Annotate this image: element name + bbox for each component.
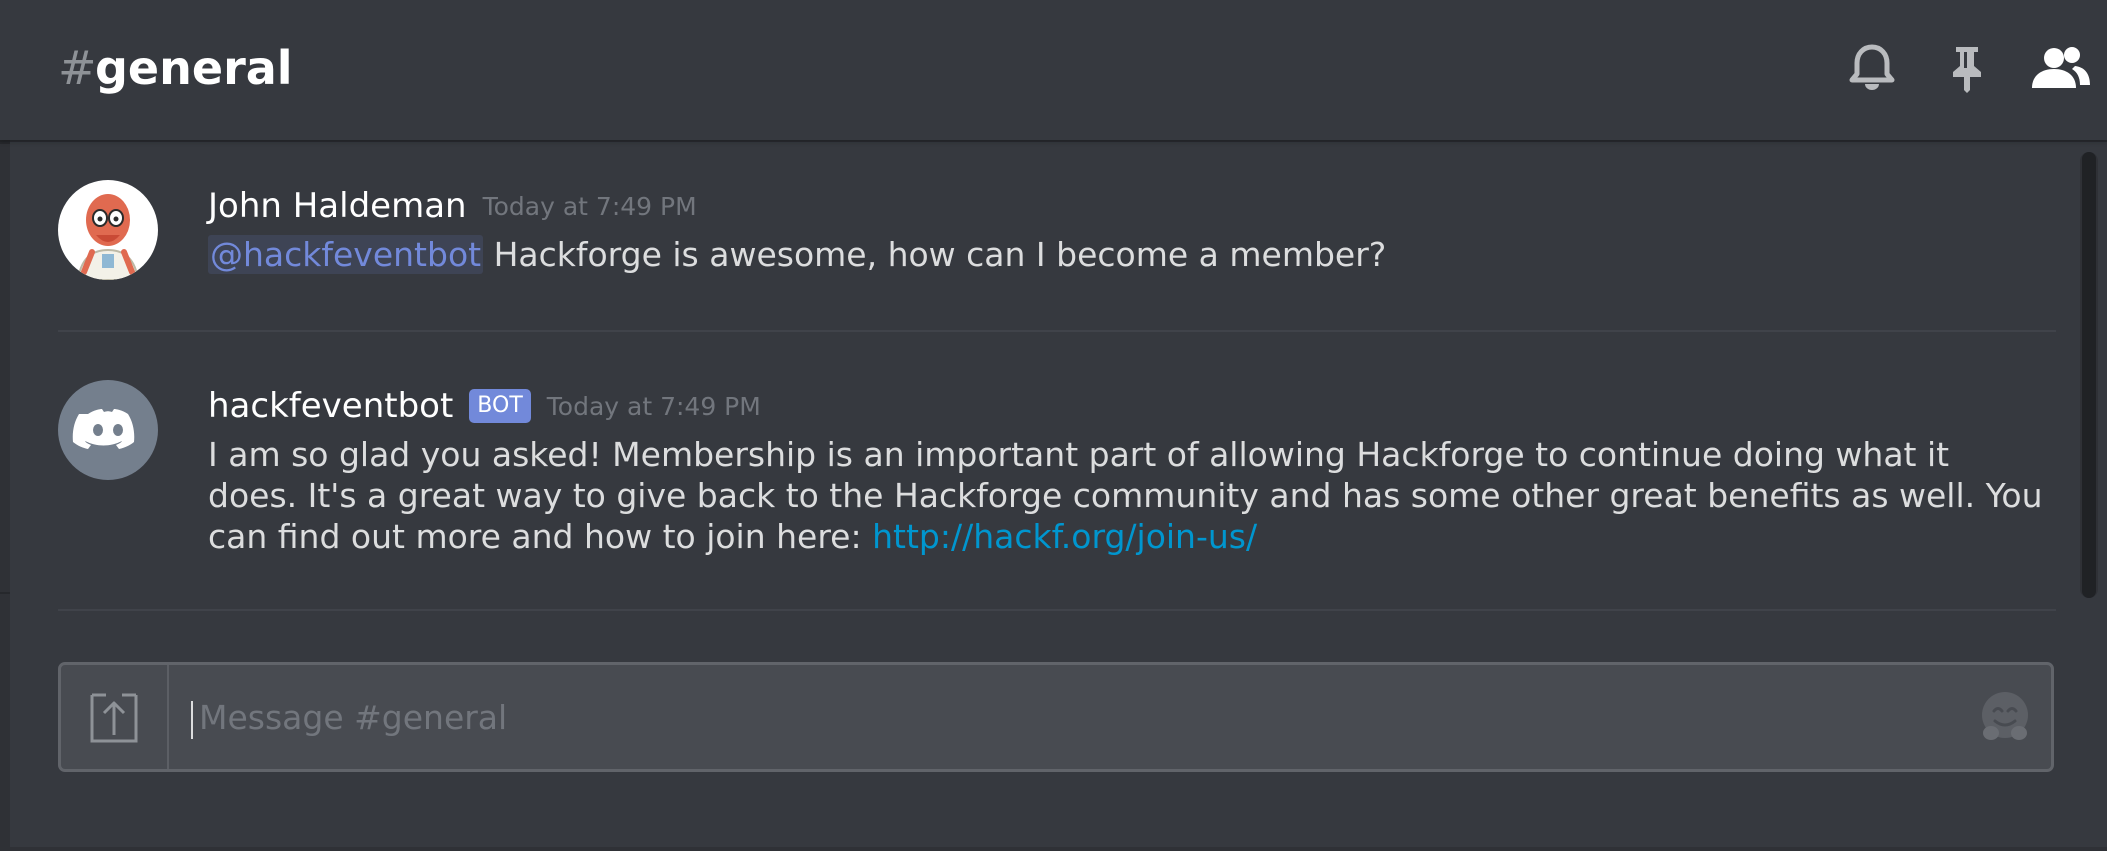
user-mention[interactable]: @hackfeventbot — [208, 235, 484, 274]
message-item: John Haldeman Today at 7:49 PM @hackfeve… — [58, 178, 2056, 330]
message-divider — [58, 330, 2056, 332]
scrollbar-thumb[interactable] — [2082, 152, 2096, 598]
message-divider — [58, 609, 2056, 611]
message-text: Hackforge is awesome, how can I become a… — [483, 235, 1387, 274]
message-timestamp: Today at 7:49 PM — [482, 191, 697, 221]
bot-badge: BOT — [469, 389, 531, 423]
message-content: I am so glad you asked! Membership is an… — [208, 434, 2048, 557]
bell-icon[interactable] — [1846, 42, 1898, 94]
message-item: hackfeventbot BOT Today at 7:49 PM I am … — [58, 378, 2056, 610]
pin-icon[interactable] — [1941, 42, 1993, 94]
message-timestamp: Today at 7:49 PM — [546, 391, 761, 421]
channel-header: # general — [0, 0, 2107, 140]
username[interactable]: hackfeventbot — [208, 386, 453, 426]
channel-hash-symbol: # — [58, 41, 97, 95]
members-icon[interactable] — [2030, 42, 2092, 94]
window-bottom-edge — [0, 847, 2107, 851]
channel-title: general — [95, 41, 293, 95]
upload-icon[interactable] — [61, 665, 169, 769]
user-avatar[interactable] — [58, 180, 158, 280]
discord-logo-avatar[interactable] — [58, 380, 158, 480]
message-composer — [58, 662, 2054, 772]
message-content: @hackfeventbot Hackforge is awesome, how… — [208, 234, 2048, 275]
message-header: hackfeventbot BOT Today at 7:49 PM — [208, 378, 761, 434]
message-link[interactable]: http://hackf.org/join-us/ — [872, 517, 1257, 556]
emoji-icon[interactable] — [1977, 689, 2033, 745]
message-header: John Haldeman Today at 7:49 PM — [208, 178, 697, 234]
username[interactable]: John Haldeman — [208, 186, 467, 226]
text-caret — [191, 701, 193, 739]
message-input[interactable] — [195, 665, 1983, 769]
chat-window: # general John Haldeman Today at 7:49 PM… — [0, 0, 2107, 851]
